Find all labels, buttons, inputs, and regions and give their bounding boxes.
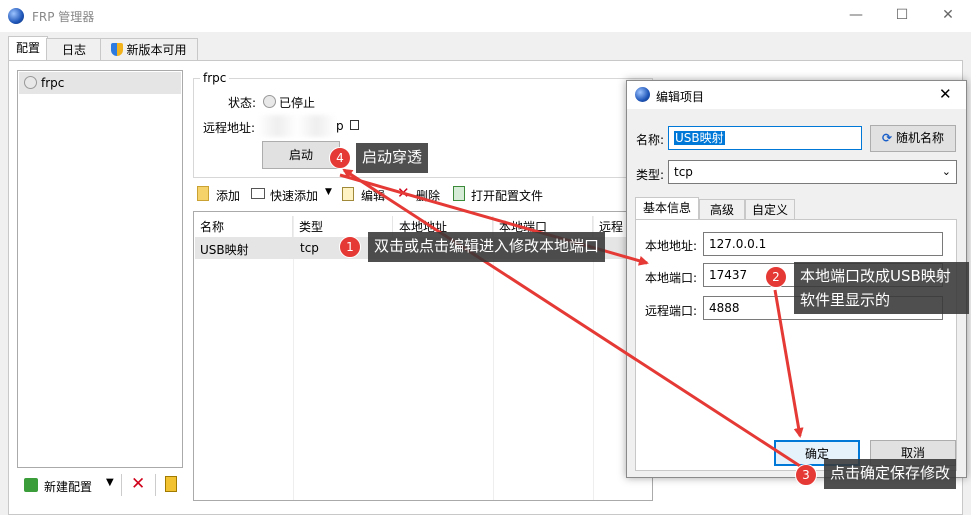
annotation-callout-2-line1: 本地端口改成USB映射 <box>800 267 951 285</box>
annotation-badge-3: 3 <box>795 464 817 486</box>
annotation-callout-4: 启动穿透 <box>356 143 429 173</box>
annotation-badge-4: 4 <box>329 147 351 169</box>
arrow-to-start <box>342 168 801 468</box>
annotation-badge-2: 2 <box>765 266 787 288</box>
annotation-callout-1: 双击或点击编辑进入修改本地端口 <box>368 232 606 262</box>
annotation-callout-3: 点击确定保存修改 <box>824 459 957 489</box>
annotation-callout-2: 本地端口改成USB映射 软件里显示的 <box>794 262 969 314</box>
annotation-badge-1: 1 <box>339 236 361 258</box>
annotation-callout-2-line2: 软件里显示的 <box>800 291 891 309</box>
